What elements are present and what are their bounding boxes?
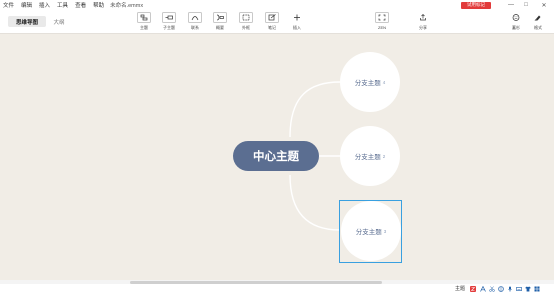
smile-icon bbox=[509, 12, 523, 23]
summary-button[interactable]: 概要 bbox=[208, 11, 232, 33]
status-bar: 主题 bbox=[0, 284, 554, 293]
boundary-button[interactable]: 外框 bbox=[234, 11, 258, 33]
sticker-button[interactable]: 蓄杉 bbox=[504, 11, 528, 33]
close-button[interactable]: ✕ bbox=[537, 0, 551, 10]
branch-topic-2[interactable]: 分支主题 2 bbox=[340, 126, 400, 186]
sticker-label: 蓄杉 bbox=[512, 25, 520, 30]
insert-button[interactable]: 插入 bbox=[285, 11, 309, 33]
note-icon bbox=[265, 12, 279, 23]
format-button[interactable]: 格式 bbox=[526, 11, 550, 33]
boundary-icon bbox=[239, 12, 253, 23]
subtopic-button[interactable]: 子主题 bbox=[157, 11, 181, 33]
menu-insert[interactable]: 插入 bbox=[39, 1, 50, 9]
summary-icon bbox=[213, 12, 227, 23]
note-button[interactable]: 笔记 bbox=[260, 11, 284, 33]
relation-label: 联系 bbox=[191, 25, 199, 30]
scissors-icon[interactable] bbox=[488, 285, 496, 292]
tshirt-icon[interactable] bbox=[524, 285, 532, 292]
subtopic-label: 子主题 bbox=[163, 25, 175, 30]
topic-count-badge[interactable] bbox=[467, 285, 478, 292]
note-label: 笔记 bbox=[268, 25, 276, 30]
branch-link-3 bbox=[289, 174, 341, 231]
menu-tools[interactable]: 工具 bbox=[57, 1, 68, 9]
topic-count-label: 主题 bbox=[454, 286, 465, 292]
branch-topic-label: 分支主题 bbox=[354, 154, 381, 161]
relation-icon bbox=[188, 12, 202, 23]
mindmap-canvas[interactable]: 中心主题 分支主题 4 分支主题 2 分支主题 3 bbox=[0, 35, 554, 280]
share-label: 分享 bbox=[419, 25, 427, 30]
trial-badge[interactable]: 试用标记 bbox=[461, 1, 491, 9]
tab-mindmap[interactable]: 思维导图 bbox=[8, 16, 46, 27]
mic-icon[interactable] bbox=[506, 285, 514, 292]
zen-icon bbox=[375, 12, 389, 23]
tab-outline[interactable]: 大纲 bbox=[48, 16, 70, 27]
branch-topic-label: 分支主题 bbox=[354, 80, 381, 87]
plus-icon bbox=[290, 12, 304, 23]
menu-bar: 文件 编辑 插入 工具 查看 帮助 未命名.emmx 试用标记 — □ ✕ bbox=[0, 0, 554, 10]
zen-button[interactable]: ZEN bbox=[370, 11, 394, 33]
branch-topic-3[interactable]: 分支主题 3 bbox=[341, 201, 401, 261]
branch-topic-label: 分支主题 bbox=[355, 229, 382, 236]
globe-icon[interactable] bbox=[497, 285, 505, 292]
format-label: 格式 bbox=[534, 25, 542, 30]
document-filename: 未命名.emmx bbox=[110, 3, 144, 9]
branch-link-1 bbox=[289, 81, 341, 138]
branch-topic-index: 2 bbox=[382, 153, 386, 159]
branch-topic-index: 4 bbox=[382, 79, 386, 85]
brush-icon bbox=[531, 12, 545, 23]
summary-label: 概要 bbox=[216, 25, 224, 30]
zen-label: ZEN bbox=[378, 25, 386, 30]
boundary-label: 外框 bbox=[242, 25, 250, 30]
topic-label: 主题 bbox=[140, 25, 148, 30]
menu-file[interactable]: 文件 bbox=[3, 1, 14, 9]
relation-button[interactable]: 联系 bbox=[183, 11, 207, 33]
branch-topic-1[interactable]: 分支主题 4 bbox=[340, 52, 400, 112]
menu-view[interactable]: 查看 bbox=[75, 1, 86, 9]
keyboard-icon[interactable] bbox=[515, 285, 523, 292]
minimize-button[interactable]: — bbox=[504, 0, 518, 10]
share-icon bbox=[416, 12, 430, 23]
menu-edit[interactable]: 编辑 bbox=[21, 1, 32, 9]
share-button[interactable]: 分享 bbox=[411, 11, 435, 33]
maximize-button[interactable]: □ bbox=[519, 0, 533, 10]
grid-icon[interactable] bbox=[533, 285, 541, 292]
topic-icon bbox=[137, 12, 151, 23]
toolbar: 思维导图 大纲 主题 子主题 联系 概要 外框 笔记 插入 ZEN 分享 蓄杉 … bbox=[0, 10, 554, 34]
topic-button[interactable]: 主题 bbox=[132, 11, 156, 33]
branch-topic-index: 3 bbox=[383, 228, 387, 234]
insert-label: 插入 bbox=[293, 25, 301, 30]
central-topic[interactable]: 中心主题 bbox=[233, 141, 319, 171]
font-icon[interactable] bbox=[479, 285, 487, 292]
menu-help[interactable]: 帮助 bbox=[93, 1, 104, 9]
subtopic-icon bbox=[162, 12, 176, 23]
